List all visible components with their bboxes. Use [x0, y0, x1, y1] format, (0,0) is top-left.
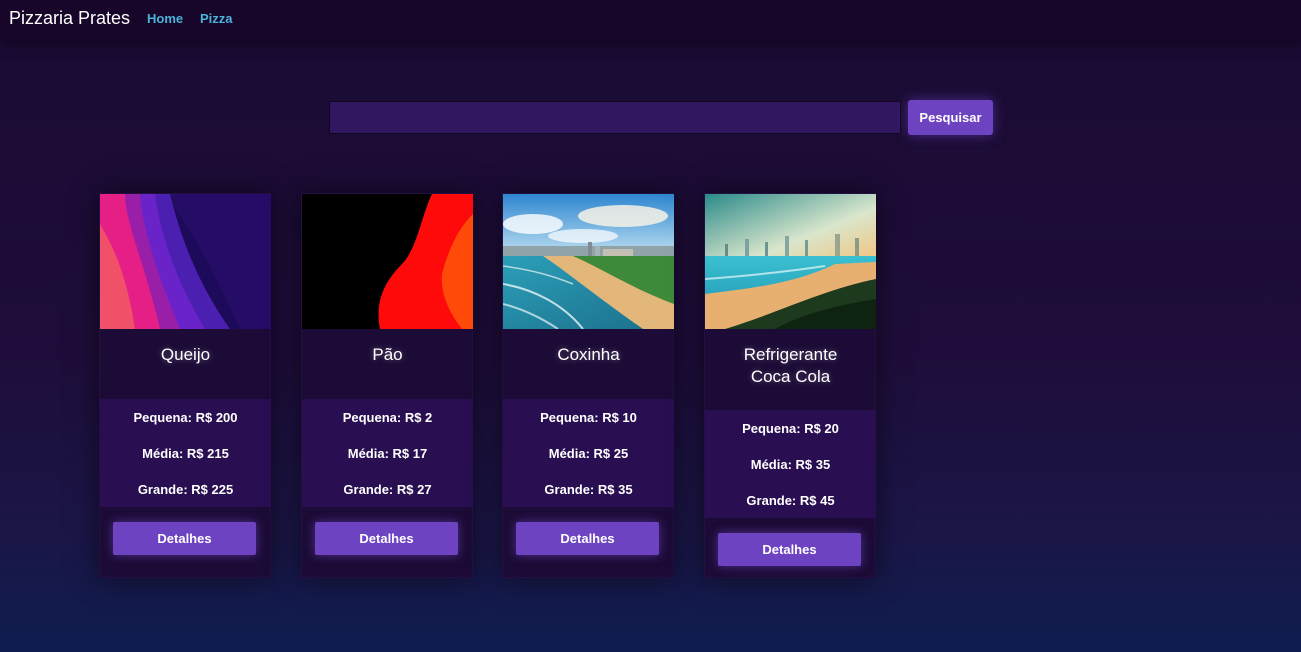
price-pequena: Pequena: R$ 200 — [133, 410, 238, 425]
brand-link[interactable]: Pizzaria Prates — [9, 8, 130, 29]
price-media: Média: R$ 35 — [750, 457, 831, 472]
price-pequena: Pequena: R$ 10 — [540, 410, 637, 425]
price-pequena: Pequena: R$ 20 — [742, 421, 839, 436]
product-image — [100, 194, 271, 329]
product-card: Refrigerante Coca Cola Pequena: R$ 20 Mé… — [704, 193, 876, 578]
product-name: Refrigerante Coca Cola — [743, 345, 838, 386]
price-grande: Grande: R$ 35 — [544, 482, 633, 497]
details-button[interactable]: Detalhes — [516, 522, 659, 555]
price-pequena: Pequena: R$ 2 — [342, 410, 433, 425]
product-name: Queijo — [160, 345, 211, 364]
navbar: Pizzaria Prates Home Pizza — [0, 0, 1301, 42]
details-button[interactable]: Detalhes — [315, 522, 458, 555]
price-media: Média: R$ 215 — [142, 446, 229, 461]
price-media: Média: R$ 25 — [548, 446, 629, 461]
price-grande: Grande: R$ 225 — [137, 482, 234, 497]
product-card: Pão Pequena: R$ 2 Média: R$ 17 Grande: R… — [301, 193, 473, 578]
price-list: Pequena: R$ 200 Média: R$ 215 Grande: R$… — [100, 399, 271, 507]
product-image — [302, 194, 473, 329]
product-image — [503, 194, 674, 329]
price-media: Média: R$ 17 — [347, 446, 428, 461]
product-name: Coxinha — [557, 345, 620, 364]
search-input[interactable] — [329, 101, 901, 134]
details-button[interactable]: Detalhes — [718, 533, 861, 566]
nav-link-home[interactable]: Home — [147, 11, 183, 26]
search-button[interactable]: Pesquisar — [908, 100, 993, 135]
price-grande: Grande: R$ 27 — [343, 482, 432, 497]
price-list: Pequena: R$ 20 Média: R$ 35 Grande: R$ 4… — [705, 410, 876, 518]
product-card: Coxinha Pequena: R$ 10 Média: R$ 25 Gran… — [502, 193, 674, 578]
price-list: Pequena: R$ 2 Média: R$ 17 Grande: R$ 27 — [302, 399, 473, 507]
price-grande: Grande: R$ 45 — [746, 493, 835, 508]
product-card: Queijo Pequena: R$ 200 Média: R$ 215 Gra… — [99, 193, 271, 578]
nav-link-pizza[interactable]: Pizza — [200, 11, 233, 26]
details-button[interactable]: Detalhes — [113, 522, 256, 555]
product-image — [705, 194, 876, 329]
product-name: Pão — [372, 345, 403, 364]
price-list: Pequena: R$ 10 Média: R$ 25 Grande: R$ 3… — [503, 399, 674, 507]
